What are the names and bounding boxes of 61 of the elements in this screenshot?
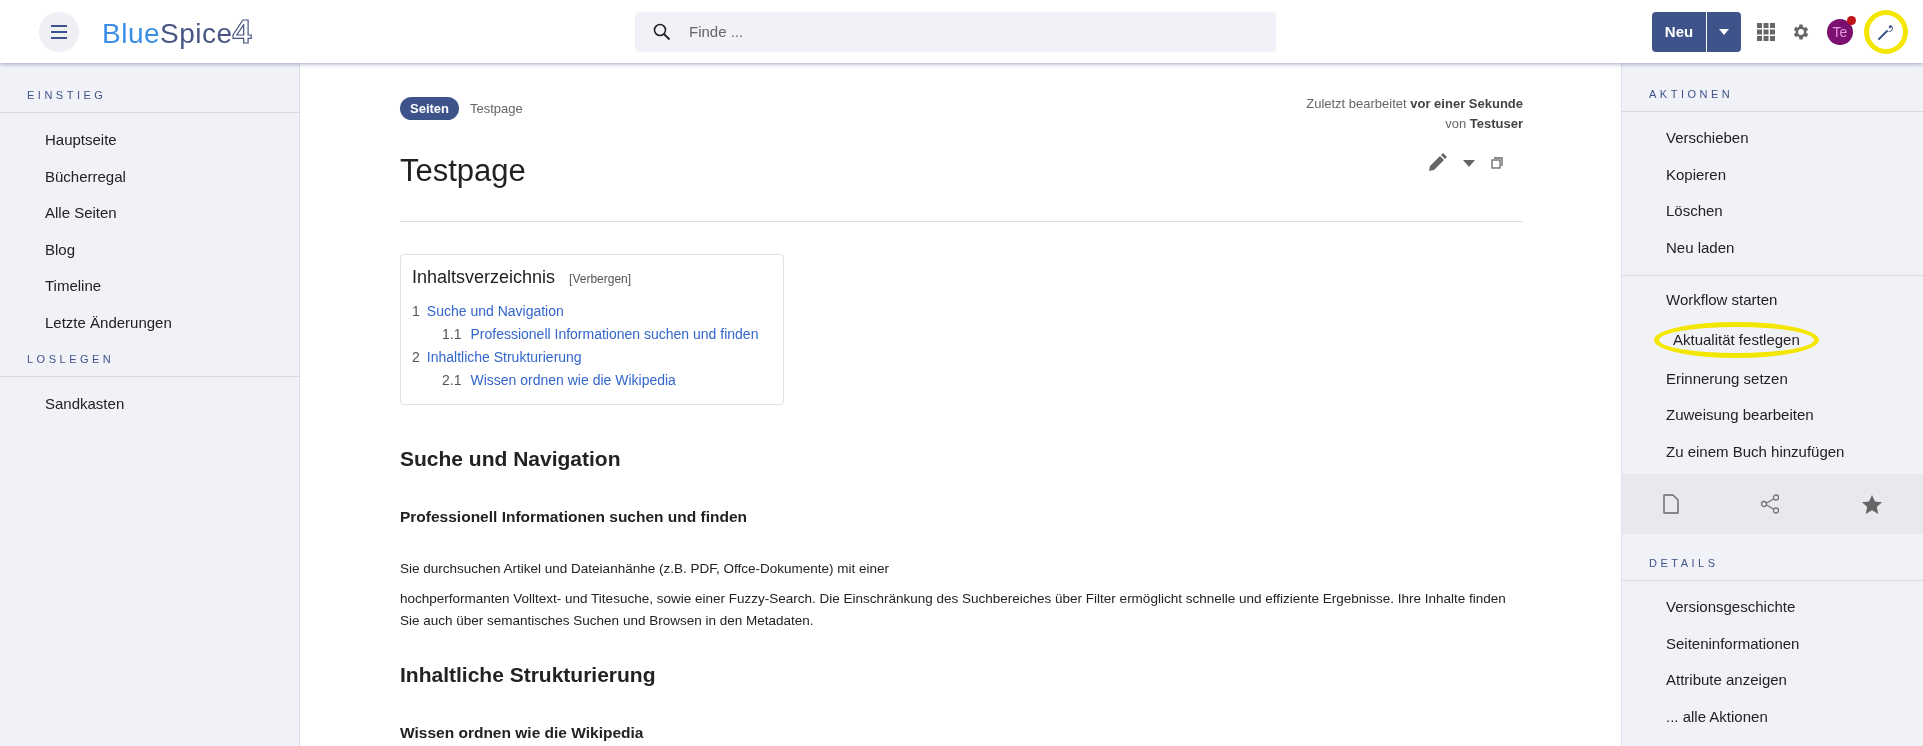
toc-number: 2 — [412, 348, 420, 367]
new-button[interactable]: Neu — [1652, 11, 1707, 52]
namespace-badge[interactable]: Seiten — [400, 97, 459, 120]
last-editor-text: von Testuser — [1444, 115, 1523, 133]
nav-link[interactable]: Letzte Änderungen — [0, 304, 299, 341]
page-title: Testpage — [400, 153, 526, 189]
details-link[interactable]: ... alle Aktionen — [1622, 698, 1923, 735]
toc-number: 2.1 — [442, 371, 462, 390]
action-link[interactable]: Aktualität festlegen — [1654, 321, 1819, 358]
search-field[interactable]: Finde ... — [635, 11, 1276, 52]
toc-link[interactable]: Suche und Navigation — [426, 300, 564, 323]
share-icon[interactable] — [1760, 494, 1781, 514]
nav-link[interactable]: Hauptseite — [0, 122, 299, 159]
expand-icon[interactable] — [1491, 157, 1503, 169]
section-heading: Suche und Navigation — [400, 447, 622, 471]
section-heading: Inhaltliche Strukturierung — [400, 663, 657, 687]
nav-link[interactable]: Alle Seiten — [0, 195, 299, 232]
toc-link[interactable]: Inhaltliche Strukturierung — [426, 346, 582, 369]
section-heading: EINSTIEG — [0, 89, 299, 113]
paragraph: hochperformanten Volltext- und Titesuche, sowie einer Fuzzy-Search. Die Einschränkung des Suchbereiches über Filter ermöglicht schnelle und effiziente Ergebnisse. Ihre Inhalte finden Sie auch über semantisches Suchen und Browsen in den Metadaten. — [400, 590, 1507, 630]
menu-button[interactable] — [39, 11, 79, 52]
paragraph: Sie durchsuchen Artikel und Dateianhänhe (z.B. PDF, Offce-Dokumente) mit einer — [400, 560, 890, 578]
section-heading: AKTIONEN — [1622, 88, 1923, 112]
nav-link[interactable]: Bücherregal — [0, 158, 299, 195]
details-link[interactable]: Seiteninformationen — [1622, 625, 1923, 662]
details-link[interactable]: Versionsgeschichte — [1622, 589, 1923, 626]
star-icon[interactable] — [1862, 494, 1883, 514]
toc-link[interactable]: Professionell Informationen suchen und finden — [470, 323, 759, 346]
last-edited-text: Zuletzt bearbeitet vor einer Sekunde — [1306, 95, 1523, 113]
menu-icon — [50, 24, 68, 39]
toc-number: 1 — [412, 302, 420, 321]
caret-icon[interactable] — [1463, 159, 1475, 167]
user-avatar[interactable]: Te — [1827, 18, 1853, 45]
subsection-heading: Professionell Informationen suchen und finden — [400, 508, 749, 526]
section-heading: LOSLEGEN — [0, 353, 299, 377]
nav-link[interactable]: Timeline — [0, 268, 299, 305]
document-icon[interactable] — [1662, 494, 1679, 514]
breadcrumb-link[interactable]: Testpage — [470, 101, 523, 116]
action-link[interactable]: Zuweisung bearbeiten — [1622, 397, 1923, 434]
action-link[interactable]: Verschieben — [1622, 120, 1923, 157]
section-heading: DETAILS — [1622, 557, 1923, 581]
nav-link[interactable]: Blog — [0, 231, 299, 268]
toc-title: Inhaltsverzeichnis — [412, 267, 556, 288]
action-link[interactable]: Neu laden — [1622, 229, 1923, 266]
action-link[interactable]: Erinnerung setzen — [1622, 360, 1923, 397]
subsection-heading: Wissen ordnen wie die Wikipedia — [400, 724, 645, 742]
details-link[interactable]: Attribute anzeigen — [1622, 662, 1923, 699]
toc-number: 1.1 — [442, 325, 462, 344]
action-link[interactable]: Kopieren — [1622, 156, 1923, 193]
toc-link[interactable]: Wissen ordnen wie die Wikipedia — [470, 369, 676, 392]
action-link[interactable]: Zu einem Buch hinzufügen — [1622, 433, 1923, 470]
action-link[interactable]: Workflow starten — [1622, 282, 1923, 319]
logo[interactable]: BlueSpice4 — [102, 12, 252, 51]
dropdown-button[interactable] — [1707, 11, 1741, 52]
wrench-icon — [1877, 22, 1895, 41]
pencil-icon[interactable] — [1427, 153, 1447, 173]
apps-grid-icon[interactable] — [1757, 22, 1775, 41]
nav-link[interactable]: Sandkasten — [0, 386, 299, 423]
caret-icon — [1719, 28, 1729, 35]
toc-hide-link[interactable]: [Verbergen] — [569, 272, 632, 286]
action-link[interactable]: Löschen — [1622, 193, 1923, 230]
